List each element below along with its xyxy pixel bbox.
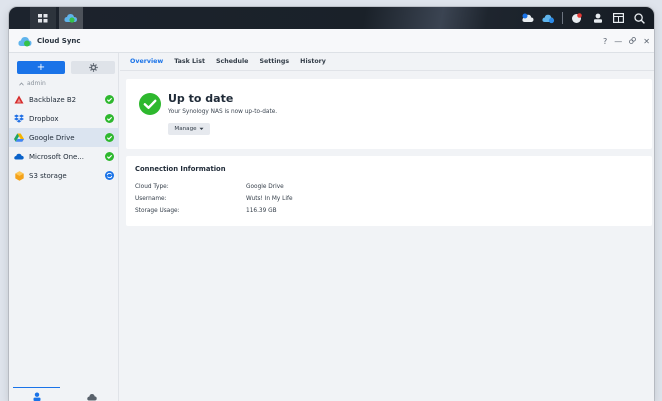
- sidebar: + admin Backblaze B2 Dropbox Google Driv…: [9, 53, 119, 401]
- s3-icon: [14, 170, 24, 181]
- grid-icon: [38, 13, 48, 22]
- cloud-status-icon[interactable]: [517, 7, 538, 29]
- gear-icon: [88, 63, 98, 72]
- info-key: Username:: [135, 196, 167, 202]
- status-card: Up to date Your Synology NAS is now up-t…: [126, 79, 652, 149]
- close-button[interactable]: ✕: [643, 37, 650, 46]
- info-row-username: Username: Wuts! In My Life: [135, 196, 293, 202]
- window-controls: ? — ✕: [603, 29, 650, 53]
- taskbar-tray: [517, 7, 650, 29]
- sidebar-item-google-drive[interactable]: Google Drive: [9, 128, 119, 147]
- backblaze-icon: [14, 95, 24, 105]
- google-drive-icon: [14, 133, 24, 143]
- tab-cloud-connections[interactable]: [64, 387, 119, 401]
- user-icon: [33, 392, 40, 401]
- settings-button[interactable]: [71, 61, 115, 74]
- chevron-up-icon: [19, 81, 24, 86]
- help-button[interactable]: ?: [603, 37, 607, 46]
- taskbar: [9, 7, 654, 29]
- title-bar: Cloud Sync ? — ✕: [9, 29, 654, 53]
- sidebar-item-label: Backblaze B2: [29, 95, 77, 104]
- connection-list: Backblaze B2 Dropbox Google Drive Micros…: [9, 90, 119, 185]
- tab-user-connections[interactable]: [9, 387, 64, 401]
- info-value: Wuts! In My Life: [246, 196, 293, 202]
- info-key: Storage Usage:: [135, 208, 180, 214]
- status-ok-icon: [105, 95, 114, 104]
- cloud-sync-tray-icon[interactable]: [538, 7, 559, 29]
- caret-down-icon: [199, 127, 204, 130]
- tab-task-list[interactable]: Task List: [174, 53, 205, 71]
- connection-info-card: Connection Information Cloud Type: Google…: [126, 156, 652, 226]
- info-key: Cloud Type:: [135, 184, 169, 190]
- cloud-sync-icon: [64, 14, 77, 23]
- main-menu-button[interactable]: [30, 7, 56, 29]
- sidebar-item-s3-storage[interactable]: S3 storage: [9, 166, 119, 185]
- connection-info-title: Connection Information: [135, 165, 226, 173]
- app-window: Cloud Sync ? — ✕ + admin Backblaze B2 Dr…: [9, 7, 654, 401]
- status-title: Up to date: [168, 92, 234, 105]
- info-value: Google Drive: [246, 184, 284, 190]
- app-title: Cloud Sync: [37, 36, 81, 45]
- sidebar-item-onedrive[interactable]: Microsoft One...: [9, 147, 119, 166]
- onedrive-icon: [14, 152, 24, 162]
- pin-icon: [629, 36, 637, 44]
- sidebar-item-label: S3 storage: [29, 171, 67, 180]
- sidebar-item-backblaze[interactable]: Backblaze B2: [9, 90, 119, 109]
- group-header[interactable]: admin: [19, 80, 46, 87]
- manage-label: Manage: [174, 126, 197, 132]
- group-label: admin: [27, 80, 46, 87]
- main-panel: Overview Task List Schedule Settings His…: [120, 53, 654, 401]
- taskbar-cloud-sync-button[interactable]: [59, 7, 83, 29]
- status-syncing-icon: [105, 171, 114, 180]
- status-description: Your Synology NAS is now up-to-date.: [168, 109, 278, 115]
- info-value: 116.39 GB: [246, 208, 277, 214]
- sidebar-item-label: Microsoft One...: [29, 152, 85, 161]
- notification-icon[interactable]: [566, 7, 587, 29]
- status-ok-icon: [105, 114, 114, 123]
- tab-overview[interactable]: Overview: [130, 53, 163, 71]
- cloud-icon: [86, 394, 97, 401]
- sidebar-item-label: Dropbox: [29, 114, 59, 123]
- dropbox-icon: [14, 114, 24, 124]
- info-row-storage-usage: Storage Usage: 116.39 GB: [135, 208, 277, 214]
- info-row-cloud-type: Cloud Type: Google Drive: [135, 184, 284, 190]
- minimize-button[interactable]: —: [614, 37, 622, 46]
- app-logo-icon: [18, 36, 32, 46]
- manage-button[interactable]: Manage: [168, 123, 210, 135]
- pin-button[interactable]: [629, 36, 637, 46]
- check-circle-icon: [139, 93, 161, 115]
- tab-bar: Overview Task List Schedule Settings His…: [120, 53, 654, 71]
- tab-schedule[interactable]: Schedule: [216, 53, 248, 71]
- search-icon[interactable]: [629, 7, 650, 29]
- sidebar-item-dropbox[interactable]: Dropbox: [9, 109, 119, 128]
- tab-settings[interactable]: Settings: [259, 53, 289, 71]
- status-ok-icon: [105, 152, 114, 161]
- sidebar-item-label: Google Drive: [29, 133, 75, 142]
- add-connection-button[interactable]: +: [17, 61, 65, 74]
- user-icon[interactable]: [587, 7, 608, 29]
- tab-history[interactable]: History: [300, 53, 326, 71]
- widgets-icon[interactable]: [608, 7, 629, 29]
- status-ok-icon: [105, 133, 114, 142]
- taskbar-separator: [562, 12, 563, 24]
- sidebar-bottom-tabs: [9, 387, 119, 401]
